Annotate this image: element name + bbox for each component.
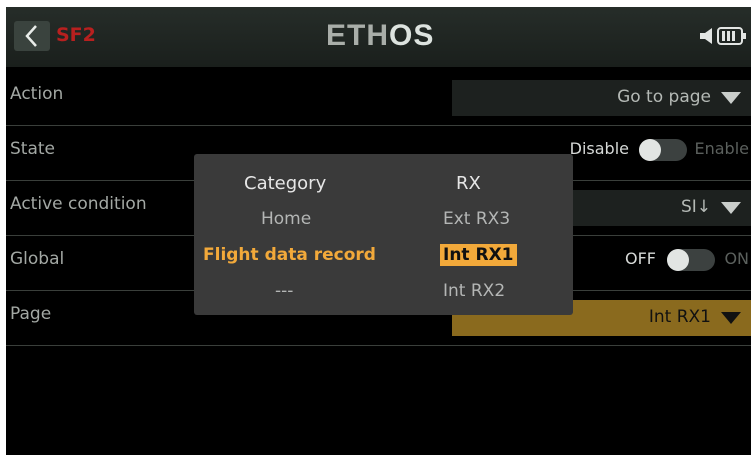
global-toggle[interactable]: OFF ON: [591, 249, 751, 273]
row-label-action: Action: [10, 84, 64, 104]
active-condition-value: SI↓: [680, 197, 711, 217]
action-select[interactable]: Go to page: [452, 80, 751, 116]
rx-item-int-rx1[interactable]: Int RX1: [440, 244, 517, 266]
caret-down-icon: [721, 202, 741, 214]
ethos-logo: ETHOS: [326, 19, 434, 53]
page-chooser-popup: Category RX Home Flight data record --- …: [194, 154, 573, 315]
state-toggle[interactable]: Disable Enable: [551, 139, 751, 163]
state-toggle-knob: [639, 139, 661, 161]
row-label-active-condition: Active condition: [10, 194, 147, 214]
global-toggle-knob: [667, 249, 689, 271]
global-toggle-left-label: OFF: [625, 249, 656, 268]
row-label-state: State: [10, 139, 55, 159]
rx-item-ext-rx3[interactable]: Ext RX3: [443, 209, 510, 229]
global-toggle-right-label: ON: [724, 249, 749, 268]
back-button[interactable]: [14, 21, 50, 51]
global-toggle-track[interactable]: [667, 249, 715, 271]
popup-rx-header: RX: [456, 173, 481, 194]
page-title: SF2: [56, 24, 96, 46]
status-icons: [700, 27, 747, 49]
page-value: Int RX1: [648, 307, 711, 327]
popup-category-header: Category: [244, 173, 327, 194]
category-item-flight-data-record[interactable]: Flight data record: [203, 245, 376, 265]
state-toggle-left-label: Disable: [569, 139, 629, 158]
screen: SF2 ETHOS Action Go to page State Disabl…: [6, 7, 751, 455]
rx-item-int-rx2[interactable]: Int RX2: [443, 281, 505, 301]
header-bar: SF2 ETHOS: [6, 7, 751, 67]
caret-down-icon: [721, 312, 741, 324]
row-label-page: Page: [10, 304, 52, 324]
row-label-global: Global: [10, 249, 65, 269]
logo-text-os: OS: [389, 19, 435, 52]
speaker-icon: [700, 28, 712, 44]
battery-icon: [717, 27, 746, 45]
caret-down-icon: [721, 92, 741, 104]
logo-text-main: ETH: [326, 19, 389, 52]
state-toggle-track[interactable]: [639, 139, 687, 161]
category-item-none[interactable]: ---: [275, 281, 293, 301]
category-item-home[interactable]: Home: [261, 209, 311, 229]
chevron-left-icon: [25, 25, 37, 47]
state-toggle-right-label: Enable: [694, 139, 750, 158]
action-value: Go to page: [617, 87, 711, 107]
row-action: Action Go to page: [6, 70, 751, 126]
